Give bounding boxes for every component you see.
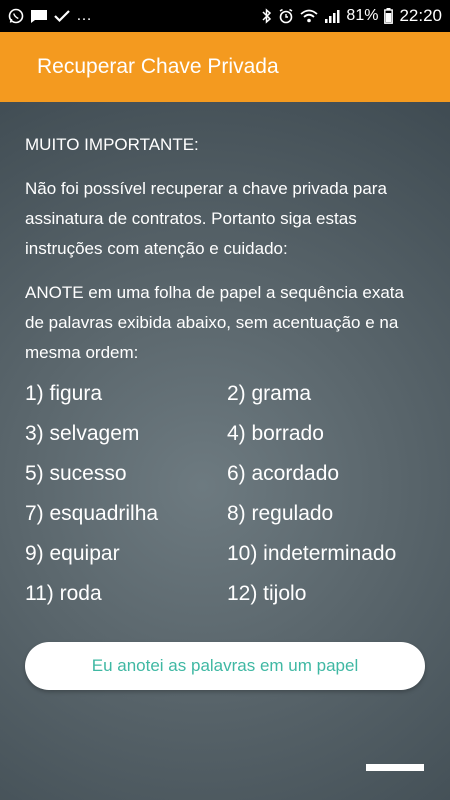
whatsapp-icon xyxy=(8,8,24,24)
status-bar: … 81% 22:20 xyxy=(0,0,450,32)
word-item: 3) selvagem xyxy=(25,422,140,445)
word-item: 6) acordado xyxy=(227,462,340,485)
instruction-paragraph-2: ANOTE em uma folha de papel a sequência … xyxy=(25,283,404,362)
confirm-written-button[interactable]: Eu anotei as palavras em um papel xyxy=(25,642,425,690)
word-item: 2) grama xyxy=(227,382,312,405)
alarm-icon xyxy=(278,8,294,24)
status-bar-left: … xyxy=(8,7,92,25)
word-item: 11) roda xyxy=(25,582,102,605)
battery-icon xyxy=(384,8,394,24)
word-item: 8) regulado xyxy=(227,502,334,525)
important-heading: MUITO IMPORTANTE: xyxy=(25,135,199,154)
message-icon xyxy=(30,8,48,24)
signal-icon xyxy=(324,9,340,23)
check-icon xyxy=(54,9,70,23)
word-item: 4) borrado xyxy=(227,422,324,445)
page-title: Recuperar Chave Privada xyxy=(37,55,279,78)
recovery-content: MUITO IMPORTANTE: Não foi possível recup… xyxy=(0,102,450,800)
redaction-mark xyxy=(366,764,424,771)
word-item: 12) tijolo xyxy=(227,582,307,605)
word-item: 7) esquadrilha xyxy=(25,502,159,525)
instruction-paragraph-1: Não foi possível recuperar a chave priva… xyxy=(25,179,387,258)
overflow-indicator: … xyxy=(76,7,92,24)
bluetooth-icon xyxy=(262,8,272,24)
app-bar: Recuperar Chave Privada xyxy=(0,32,450,102)
clock: 22:20 xyxy=(399,6,442,25)
word-item: 1) figura xyxy=(25,382,103,405)
wifi-icon xyxy=(300,9,319,23)
status-bar-right: 81% 22:20 xyxy=(262,6,442,26)
word-item: 9) equipar xyxy=(25,542,120,565)
battery-percent: 81% xyxy=(346,7,379,24)
word-item: 5) sucesso xyxy=(25,462,127,485)
word-item: 10) indeterminado xyxy=(227,542,397,565)
